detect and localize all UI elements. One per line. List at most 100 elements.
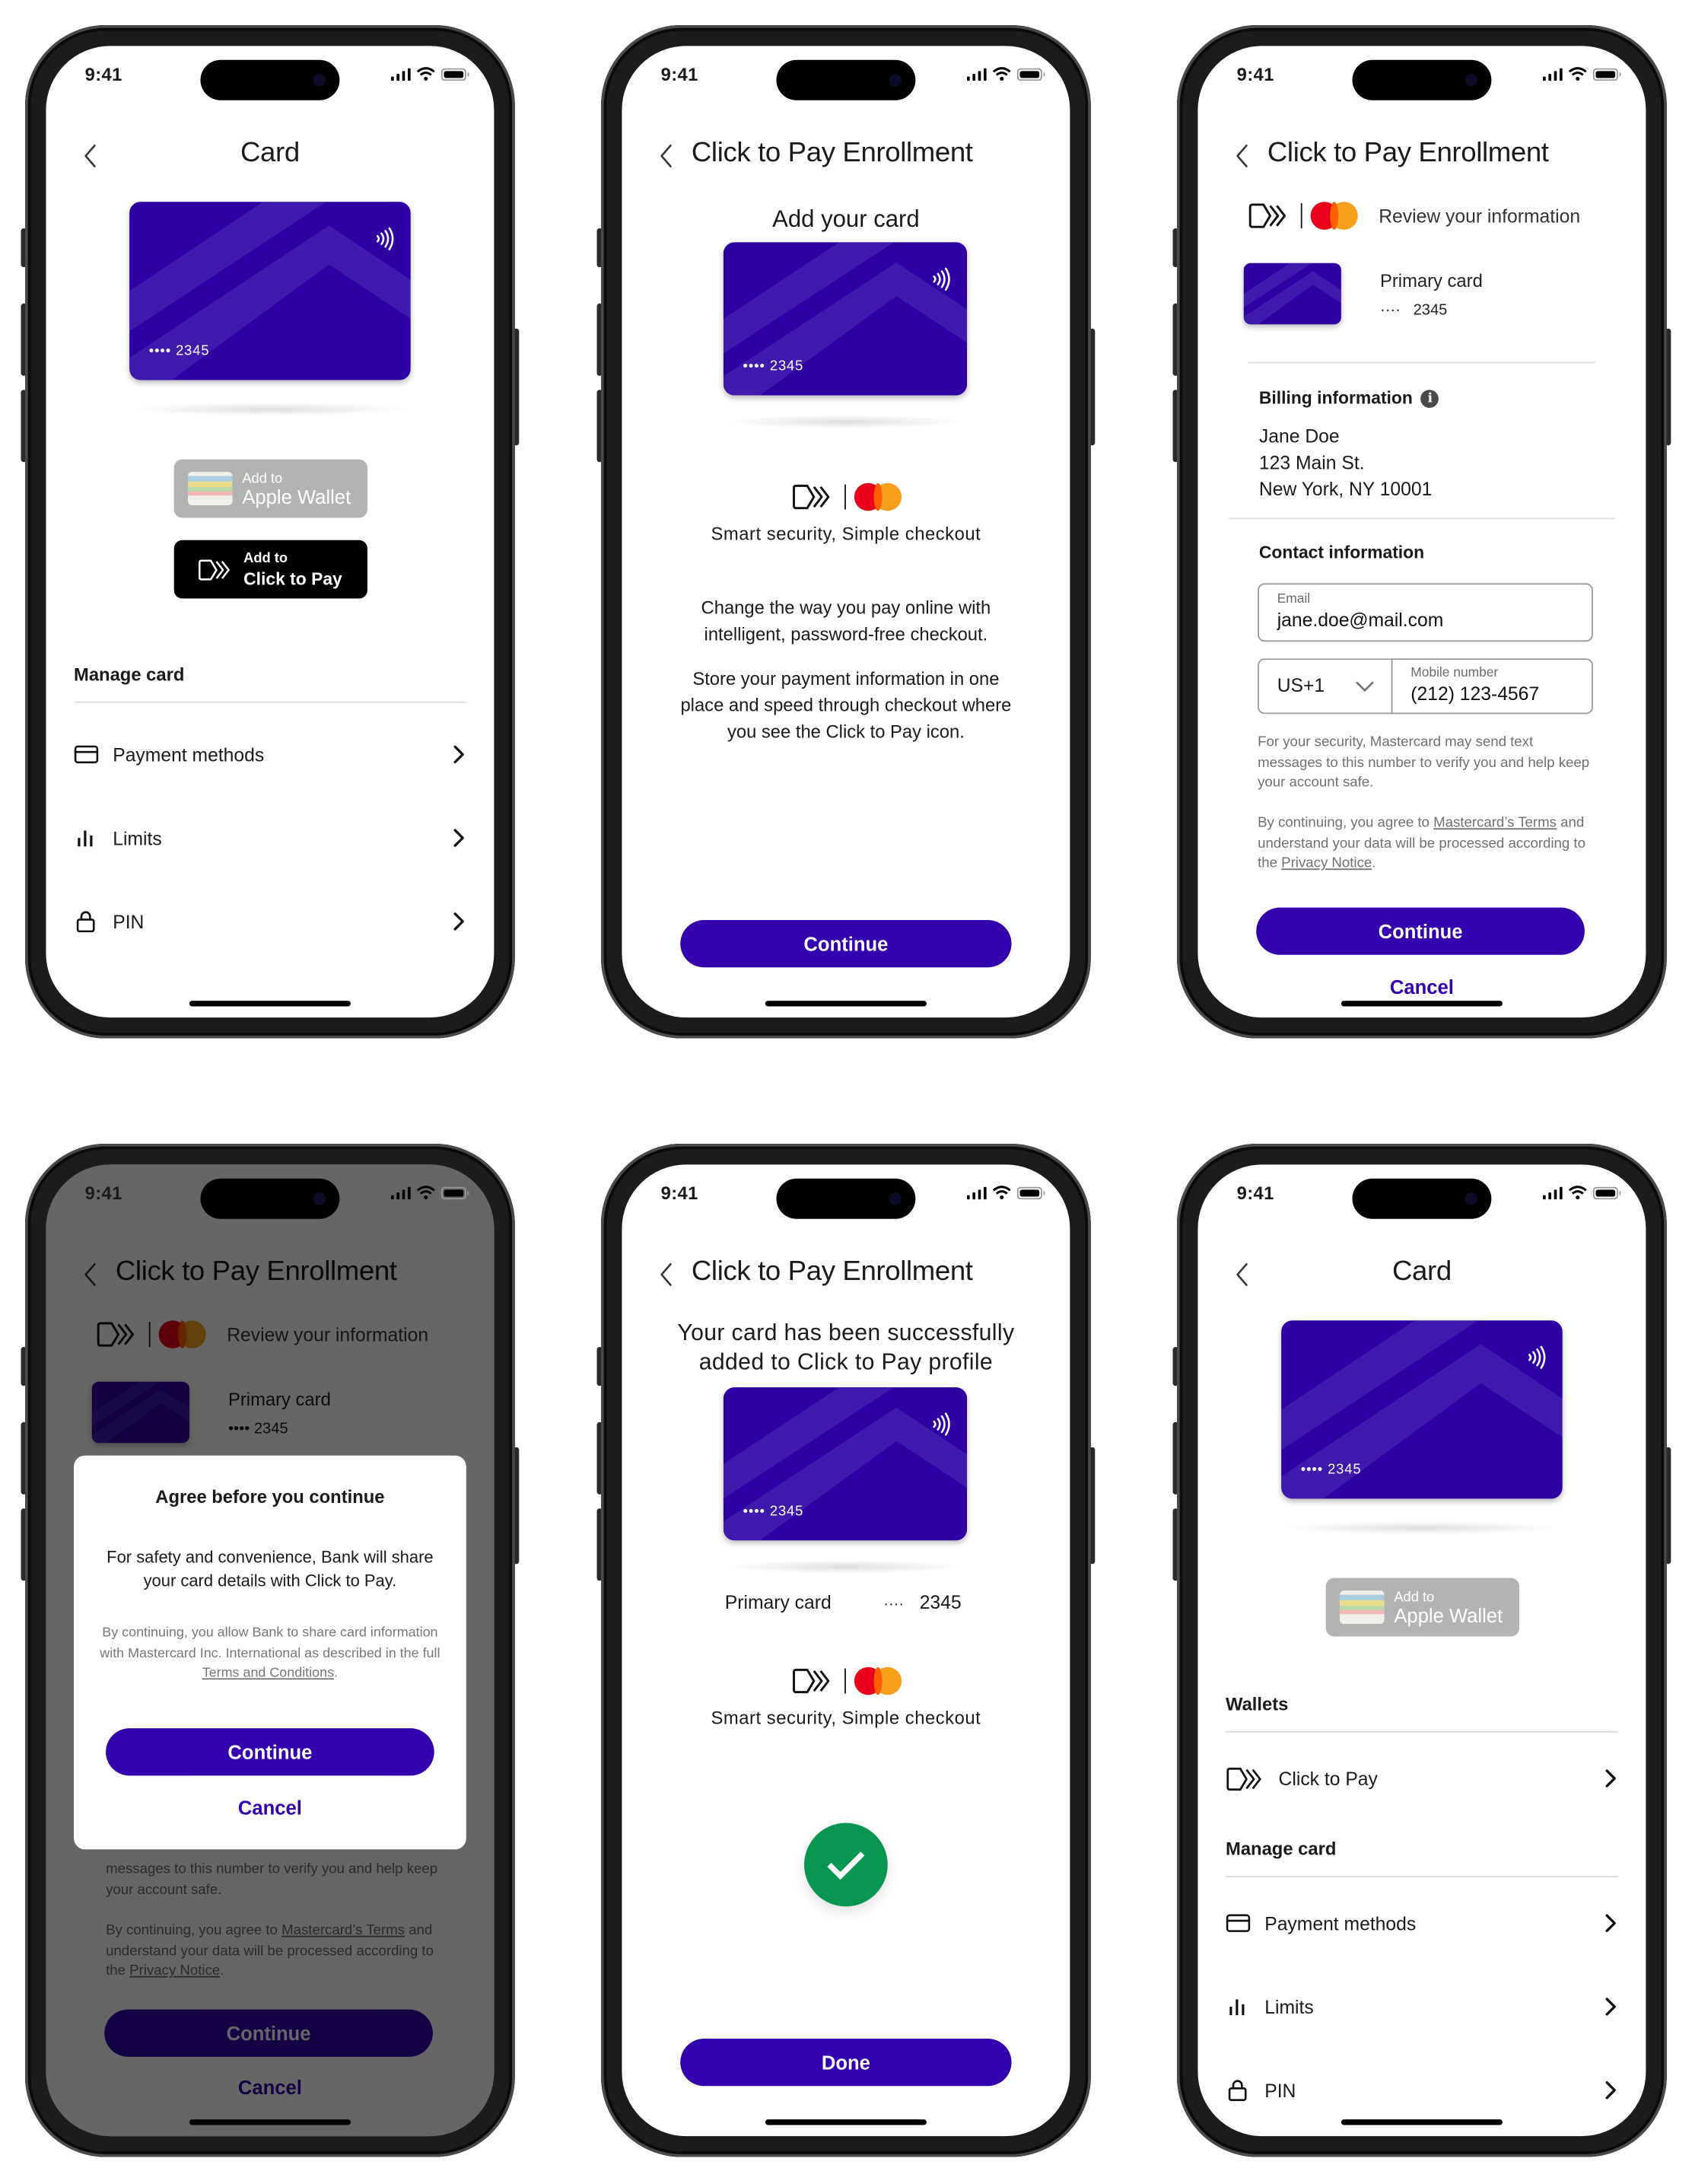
mastercard-icon — [853, 1667, 902, 1695]
list-item-limits[interactable]: Limits — [74, 821, 466, 855]
mastercard-icon — [1310, 202, 1358, 230]
phone-card-screen: 9:41 Card •••• 2345 Add to Apple Wallet A… — [21, 25, 520, 1039]
mastercard-icon — [853, 482, 902, 511]
list-item-click-to-pay[interactable]: Click to Pay — [1226, 1762, 1618, 1795]
continue-button[interactable]: Continue — [1256, 907, 1585, 955]
screen: 9:41 Click to Pay Enrollment Review your… — [1197, 46, 1646, 1018]
click-to-pay-mastercard-logo — [622, 1667, 1070, 1702]
cancel-button[interactable]: Cancel — [1197, 976, 1646, 998]
terms-and-conditions-link[interactable]: Terms and Conditions — [202, 1666, 334, 1681]
security-note: For your security, Mastercard may send t… — [1258, 734, 1590, 791]
card-number: •••• 2345 — [148, 343, 210, 359]
add-to-apple-wallet-button[interactable]: Add to Apple Wallet — [173, 459, 367, 518]
chevron-right-icon — [1605, 1997, 1618, 2017]
signal-icon — [966, 1186, 987, 1199]
modal-continue-button[interactable]: Continue — [106, 1728, 434, 1776]
card-label: Primary card — [1380, 269, 1483, 291]
email-field[interactable]: Email jane.doe@mail.com — [1258, 583, 1593, 642]
status-time: 9:41 — [660, 64, 698, 85]
home-indicator — [189, 2119, 351, 2125]
review-header: Review your information — [1248, 202, 1580, 230]
click-to-pay-icon — [1226, 1765, 1267, 1792]
home-indicator — [765, 1001, 927, 1007]
battery-icon — [440, 1186, 469, 1199]
status-time: 9:41 — [1236, 1183, 1274, 1204]
back-chevron-icon[interactable] — [658, 1262, 675, 1287]
add-to-click-to-pay-button[interactable]: Add to Click to Pay — [173, 540, 367, 599]
phone-success-screen: 9:41 Click to Pay Enrollment Your card h… — [596, 1144, 1096, 2157]
manage-card-header: Manage card — [74, 664, 185, 685]
credit-card-icon — [74, 745, 99, 765]
list-item-pin[interactable]: PIN — [1226, 2074, 1618, 2107]
card-number: •••• 2345 — [1300, 1462, 1362, 1478]
click-to-pay-icon — [198, 558, 235, 581]
add-to-apple-wallet-button[interactable]: Add to Apple Wallet — [1325, 1578, 1519, 1637]
manage-card-header: Manage card — [1226, 1838, 1337, 1860]
dynamic-island — [200, 1178, 340, 1219]
dynamic-island — [200, 59, 340, 100]
card-shadow — [1281, 1520, 1563, 1535]
done-button[interactable]: Done — [680, 2039, 1012, 2087]
screen: 9:41 Card •••• 2345 Add to Apple Wallet A… — [46, 46, 495, 1018]
modal-title: Agree before you continue — [155, 1485, 385, 1507]
click-to-pay-icon — [791, 1667, 836, 1695]
click-to-pay-icon — [1248, 202, 1293, 230]
mobile-number-field[interactable]: Mobile number (212) 123-4567 — [1391, 658, 1593, 715]
wifi-icon — [1568, 67, 1588, 81]
modal-cancel-button[interactable]: Cancel — [74, 1797, 466, 1819]
contactless-icon — [930, 1412, 950, 1436]
success-check-icon — [804, 1823, 888, 1907]
card-image: •••• 2345 — [723, 242, 968, 396]
home-indicator — [189, 1001, 351, 1007]
click-to-pay-icon — [791, 483, 836, 511]
card-image: •••• 2345 — [723, 1387, 968, 1541]
card-shadow — [129, 402, 411, 416]
country-code-select[interactable]: US+1 — [1258, 658, 1393, 715]
wifi-icon — [416, 1186, 436, 1199]
battery-icon — [1016, 67, 1045, 81]
continue-button[interactable]: Continue — [680, 920, 1012, 968]
card-number: •••• 2345 — [743, 1504, 804, 1520]
page-title: Click to Pay Enrollment — [1267, 138, 1549, 169]
screen: 9:41 Click to Pay Enrollment Review your… — [46, 1164, 495, 2137]
card-number: •••• 2345 — [743, 358, 804, 375]
card-image[interactable]: •••• 2345 — [129, 202, 411, 380]
dynamic-island — [776, 59, 916, 100]
signal-icon — [1542, 1186, 1563, 1199]
contactless-icon — [930, 267, 950, 291]
phone-agree-modal-screen: 9:41 Click to Pay Enrollment Review your… — [21, 1144, 520, 2157]
status-time: 9:41 — [84, 64, 122, 85]
privacy-notice-link[interactable]: Privacy Notice — [1281, 856, 1372, 871]
battery-icon — [1016, 1186, 1045, 1199]
modal-fine-print: By continuing, you allow Bank to share c… — [100, 1625, 440, 1681]
bar-chart-icon — [1226, 1997, 1251, 2017]
billing-address: Jane Doe 123 Main St. New York, NY 10001 — [1258, 425, 1433, 500]
home-indicator — [1341, 1001, 1503, 1007]
wifi-icon — [1568, 1186, 1588, 1199]
list-item-limits[interactable]: Limits — [1226, 1990, 1618, 2023]
wallet-icon — [187, 472, 233, 506]
mastercard-terms-link[interactable]: Mastercard’s Terms — [1433, 816, 1557, 831]
page-title: Click to Pay Enrollment — [691, 138, 973, 169]
intro-paragraph-2: Store your payment information in one pl… — [680, 667, 1012, 742]
chevron-right-icon — [453, 828, 466, 848]
dynamic-island — [1352, 59, 1492, 100]
lock-icon — [74, 910, 99, 932]
info-icon[interactable]: i — [1420, 390, 1439, 409]
credit-card-icon — [1226, 1913, 1251, 1933]
list-item-payment-methods[interactable]: Payment methods — [1226, 1906, 1618, 1940]
chevron-down-icon — [1355, 681, 1374, 692]
list-item-pin[interactable]: PIN — [74, 905, 466, 938]
dynamic-island — [776, 1178, 916, 1219]
modal-body: For safety and convenience, Bank will sh… — [107, 1547, 434, 1591]
page-title: Card — [240, 138, 300, 169]
back-chevron-icon[interactable] — [1234, 143, 1251, 168]
card-shadow — [723, 1559, 968, 1574]
tagline: Smart security, Simple checkout — [711, 523, 981, 545]
terms-text: By continuing, you agree to Mastercard’s… — [1258, 815, 1585, 872]
back-chevron-icon[interactable] — [658, 143, 675, 168]
list-item-payment-methods[interactable]: Payment methods — [74, 737, 466, 771]
card-image[interactable]: •••• 2345 — [1281, 1320, 1563, 1499]
status-time: 9:41 — [1236, 64, 1274, 85]
page-title: Click to Pay Enrollment — [691, 1256, 973, 1288]
